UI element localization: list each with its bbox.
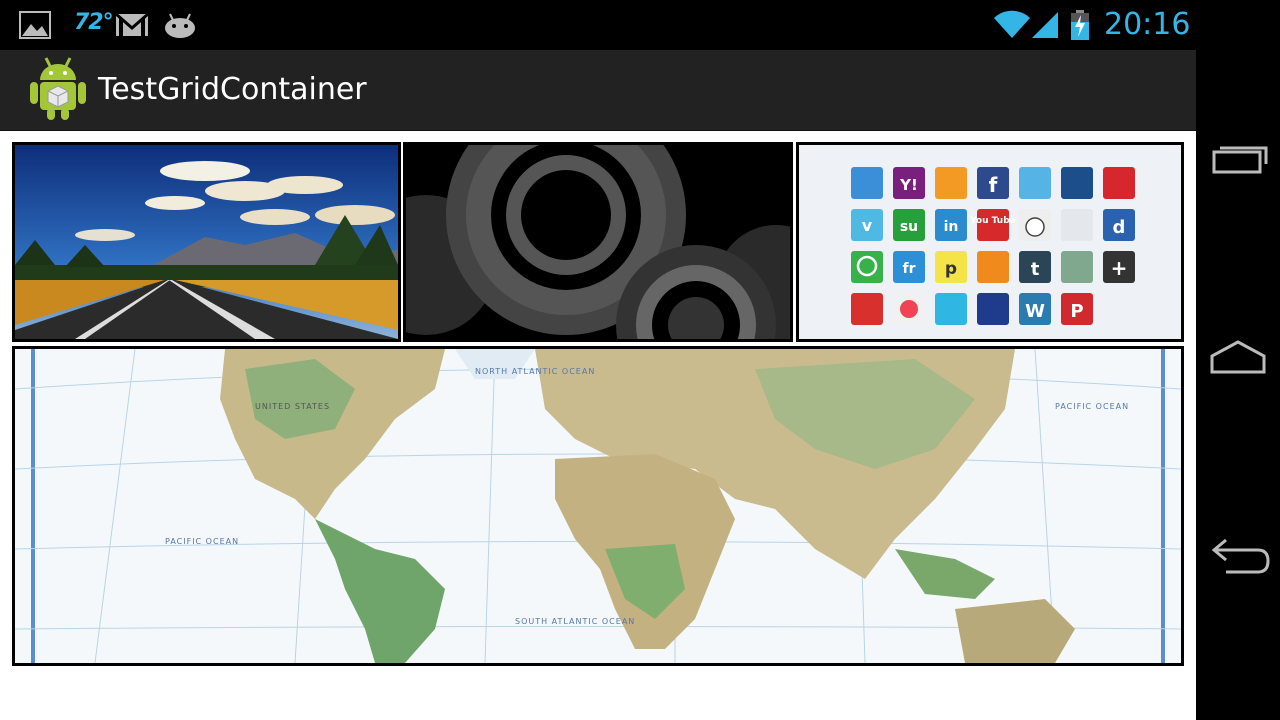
yahoo-label: Y! [899, 176, 918, 194]
navigation-bar [1196, 0, 1280, 720]
linkedin-label: in [944, 219, 959, 235]
wordpress-label: W [1025, 301, 1045, 322]
tumblr-label: t [1031, 259, 1040, 280]
battery-charging-icon [1071, 10, 1089, 40]
home-icon[interactable] [1206, 328, 1270, 388]
friendfeed-label: fr [903, 261, 916, 277]
pacific-right-label: PACIFIC OCEAN [1055, 402, 1129, 411]
united-states-label: UNITED STATES [255, 402, 330, 411]
clock-text: 20:16 [1104, 7, 1191, 42]
pinterest-label: P [1070, 301, 1083, 322]
gears-image[interactable] [403, 142, 793, 342]
road-landscape-picture [15, 145, 398, 339]
youtube-label: You Tube [969, 216, 1016, 226]
wifi-icon [994, 10, 1030, 39]
back-icon[interactable] [1206, 528, 1270, 588]
android-notification-icon [165, 13, 195, 38]
delicious-label: d [1113, 217, 1126, 238]
stumble-label: su [900, 219, 918, 235]
image-notification-icon [19, 11, 51, 39]
plus-label: + [1111, 256, 1128, 280]
north-atlantic-label: NORTH ATLANTIC OCEAN [475, 367, 595, 376]
posterous-label: p [945, 259, 957, 279]
app-screen: 72° 20:16 TestGridContainer Y! f v su in… [0, 0, 1196, 720]
signal-icon [1032, 12, 1058, 38]
social-icons-picture: Y! f v su in You Tube d fr p t + W P [799, 145, 1181, 339]
vimeo-label: v [862, 216, 873, 235]
facebook-label: f [989, 173, 998, 197]
south-atlantic-label: SOUTH ATLANTIC OCEAN [515, 617, 635, 626]
social-icons-image[interactable]: Y! f v su in You Tube d fr p t + W P [796, 142, 1184, 342]
status-bar: 72° 20:16 [0, 0, 1196, 50]
gears-picture [406, 145, 790, 339]
recent-apps-icon[interactable] [1206, 130, 1270, 190]
action-bar: TestGridContainer [0, 50, 1196, 131]
world-map-image[interactable]: NORTH ATLANTIC OCEAN PACIFIC OCEAN PACIF… [12, 346, 1184, 666]
road-landscape-image[interactable] [12, 142, 401, 342]
gmail-icon [115, 12, 149, 36]
app-title: TestGridContainer [98, 72, 367, 107]
world-map-picture: NORTH ATLANTIC OCEAN PACIFIC OCEAN PACIF… [15, 349, 1181, 663]
android-app-icon[interactable] [28, 56, 88, 122]
pacific-left-label: PACIFIC OCEAN [165, 537, 239, 546]
temperature-text: 72° [74, 10, 114, 35]
